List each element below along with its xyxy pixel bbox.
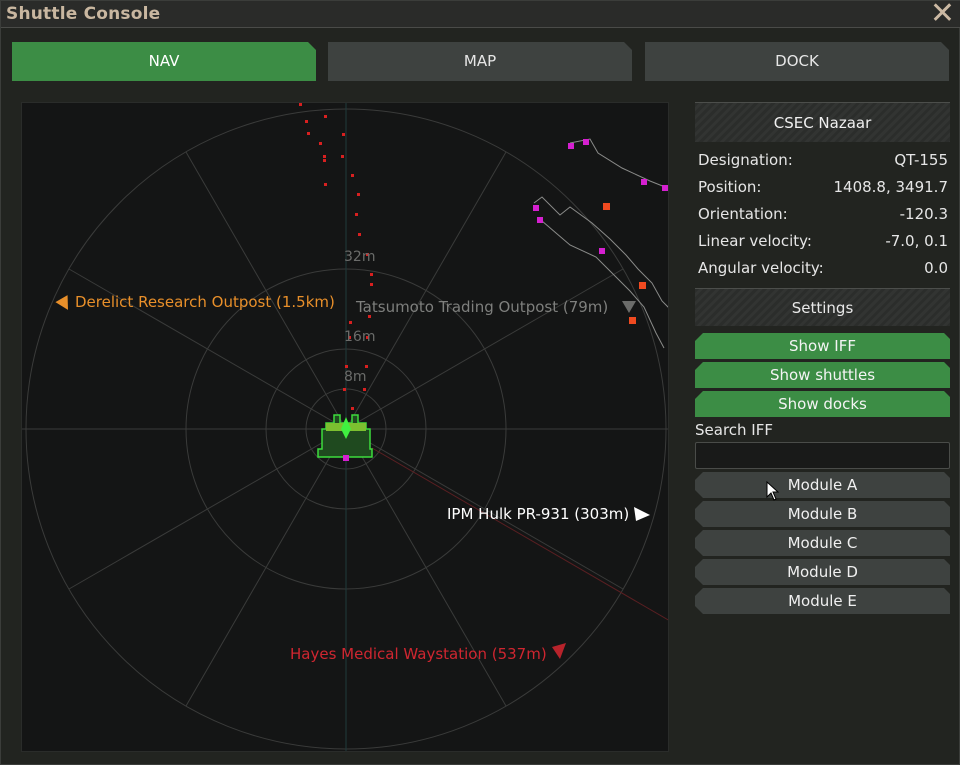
shuttle-console-window: Shuttle Console ✕ NAV MAP DOCK 32m 16m 8…: [0, 0, 960, 765]
settings-header: Settings: [695, 288, 950, 326]
module-c-button[interactable]: Module C: [695, 530, 950, 556]
range-tick-16m: 16m: [344, 329, 376, 345]
player-shuttle: [317, 414, 373, 461]
stat-orientation: Orientation: -120.3: [698, 201, 948, 228]
stat-label: Position:: [698, 178, 762, 196]
tab-nav[interactable]: NAV: [12, 42, 316, 81]
range-tick-8m: 8m: [344, 369, 367, 385]
show-docks-toggle[interactable]: Show docks: [695, 391, 950, 417]
show-iff-toggle[interactable]: Show IFF: [695, 333, 950, 359]
stat-label: Angular velocity:: [698, 259, 824, 277]
stat-value: QT-155: [894, 151, 948, 169]
radar-display[interactable]: 32m 16m 8m Derelict Research Outpost (1.…: [21, 102, 669, 752]
show-shuttles-toggle[interactable]: Show shuttles: [695, 362, 950, 388]
contact-tatsumoto-trading-outpost[interactable]: Tatsumoto Trading Outpost (79m): [356, 298, 608, 316]
tab-map[interactable]: MAP: [328, 42, 632, 81]
module-b-button[interactable]: Module B: [695, 501, 950, 527]
module-e-button[interactable]: Module E: [695, 588, 950, 614]
stat-value: -7.0, 0.1: [885, 232, 948, 250]
search-iff-label: Search IFF: [695, 421, 773, 439]
target-line: [371, 447, 668, 621]
stat-value: 1408.8, 3491.7: [833, 178, 948, 196]
station-structure: [533, 138, 668, 349]
stat-angular-velocity: Angular velocity: 0.0: [698, 255, 948, 282]
module-d-button[interactable]: Module D: [695, 559, 950, 585]
stat-label: Orientation:: [698, 205, 788, 223]
stat-value: -120.3: [899, 205, 948, 223]
tab-dock[interactable]: DOCK: [645, 42, 949, 81]
search-iff-input[interactable]: [695, 442, 950, 469]
stat-designation: Designation: QT-155: [698, 147, 948, 174]
contact-ipm-hulk[interactable]: IPM Hulk PR-931 (303m): [447, 505, 629, 523]
contact-hayes-medical-waystation[interactable]: Hayes Medical Waystation (537m): [290, 645, 547, 663]
title-bar[interactable]: Shuttle Console ✕: [1, 0, 960, 30]
ship-name-header: CSEC Nazaar: [695, 102, 950, 142]
close-icon[interactable]: ✕: [930, 0, 955, 30]
range-tick-32m: 32m: [344, 249, 376, 265]
stat-label: Designation:: [698, 151, 793, 169]
window-title: Shuttle Console: [6, 4, 161, 24]
stat-label: Linear velocity:: [698, 232, 812, 250]
contact-derelict-research-outpost[interactable]: Derelict Research Outpost (1.5km): [75, 293, 335, 311]
mouse-pointer-icon: [766, 481, 780, 501]
module-a-button[interactable]: Module A: [695, 472, 950, 498]
stat-linear-velocity: Linear velocity: -7.0, 0.1: [698, 228, 948, 255]
stat-value: 0.0: [924, 259, 948, 277]
stat-position: Position: 1408.8, 3491.7: [698, 174, 948, 201]
